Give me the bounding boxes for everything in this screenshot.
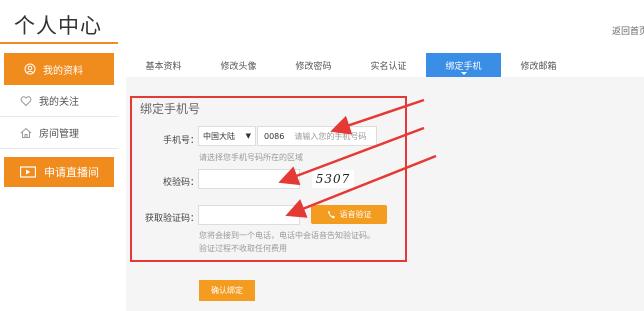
region-hint: 请选择您手机号码所在的区域: [199, 153, 303, 162]
sidebar-item-label: 我的关注: [39, 97, 79, 108]
captcha-input[interactable]: [198, 169, 300, 189]
sidebar-item-my-follows[interactable]: 我的关注: [0, 85, 118, 117]
tab-change-avatar[interactable]: 修改头像: [201, 53, 276, 77]
phone-placeholder: 请输入您的手机号码: [294, 131, 367, 141]
main-panel: 基本资料 修改头像 修改密码 实名认证 绑定手机 修改邮箱 绑定手机号 手机号：…: [126, 53, 644, 311]
verify-code-label: 获取验证码：: [144, 214, 199, 224]
phone-input[interactable]: 0086 请输入您的手机号码: [257, 126, 377, 146]
voice-verify-label: 语音验证: [339, 210, 372, 219]
sidebar-item-room-management[interactable]: 房间管理: [0, 117, 118, 149]
verify-code-input[interactable]: [198, 205, 300, 225]
sidebar-item-my-profile[interactable]: 我的资料: [4, 53, 114, 85]
voice-verify-button[interactable]: 语音验证: [311, 205, 387, 224]
apply-live-room-label: 申请直播间: [44, 166, 99, 179]
title-underline: [0, 42, 118, 44]
confirm-bind-button[interactable]: 确认绑定: [199, 280, 255, 301]
country-code: 0086: [264, 131, 285, 141]
sidebar: 我的资料 我的关注 房间管理 申请直播间: [0, 53, 118, 187]
sidebar-item-label: 房间管理: [39, 129, 79, 140]
region-select-value: 中国大陆: [203, 131, 235, 141]
back-home-link[interactable]: 返回首页: [612, 24, 644, 37]
tab-real-name[interactable]: 实名认证: [351, 53, 426, 77]
video-icon: [19, 166, 37, 178]
captcha-label: 校验码：: [162, 178, 199, 188]
chevron-down-icon: ▼: [245, 132, 251, 140]
tab-bar: 基本资料 修改头像 修改密码 实名认证 绑定手机 修改邮箱: [126, 53, 644, 77]
tab-basic-info[interactable]: 基本资料: [126, 53, 201, 77]
sidebar-item-label: 我的资料: [43, 65, 83, 77]
voice-hint-line-2: 验证过程不收取任何费用: [199, 244, 287, 253]
heart-icon: [20, 95, 32, 107]
captcha-image[interactable]: 5307: [312, 170, 354, 188]
tab-change-email[interactable]: 修改邮箱: [501, 53, 576, 77]
home-icon: [20, 127, 32, 139]
phone-label: 手机号：: [162, 136, 199, 146]
phone-icon: [327, 210, 336, 219]
user-icon: [24, 63, 36, 75]
tab-bind-phone[interactable]: 绑定手机: [426, 53, 501, 77]
voice-hint-line-1: 您将会接到一个电话，电话中会语音告知验证码。: [199, 231, 375, 240]
region-select[interactable]: 中国大陆 ▼: [198, 126, 256, 146]
tab-change-password[interactable]: 修改密码: [276, 53, 351, 77]
form-section-title: 绑定手机号: [140, 102, 201, 116]
apply-live-room-button[interactable]: 申请直播间: [4, 157, 114, 187]
page-title: 个人中心: [14, 14, 102, 38]
